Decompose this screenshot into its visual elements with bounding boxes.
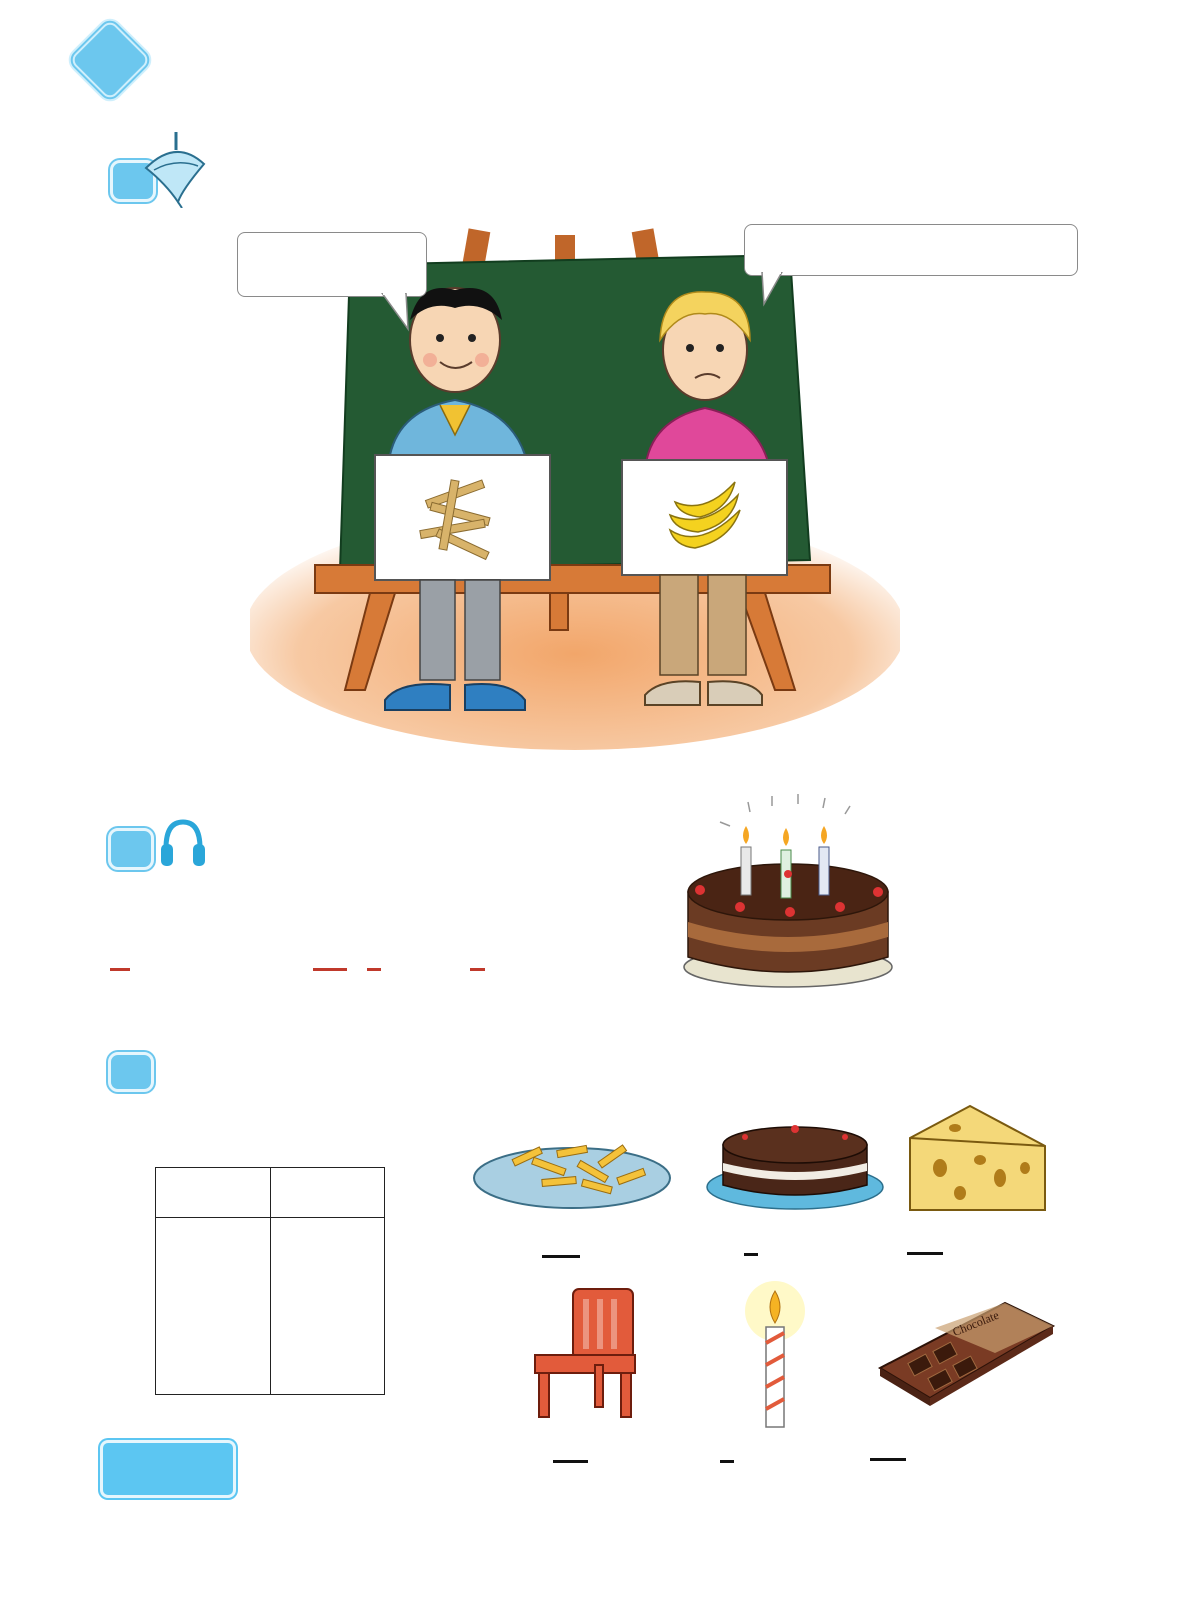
chocolate-cake <box>706 1125 884 1210</box>
underline-6 <box>870 1458 906 1461</box>
exercise-3-badge <box>108 1052 154 1092</box>
red-chair <box>534 1288 636 1418</box>
table-cell-2[interactable] <box>269 1217 385 1395</box>
sorting-table <box>155 1167 385 1395</box>
table-header-2 <box>269 1167 385 1218</box>
speech-bubble-right <box>744 224 1078 276</box>
underline-3 <box>907 1252 943 1255</box>
speech-bubble-right-tail <box>761 272 783 307</box>
table-header-1 <box>155 1167 271 1218</box>
cheese-wedge <box>909 1104 1046 1211</box>
blank-line-2 <box>313 968 347 971</box>
birthday-cake-with-candles <box>683 794 893 988</box>
table-cell-1[interactable] <box>155 1217 271 1395</box>
headphones-icon <box>161 819 205 866</box>
footer-tab-badge <box>100 1440 236 1498</box>
spinning-top-icon <box>144 132 206 208</box>
blank-line-4 <box>470 968 485 971</box>
candle <box>745 1281 805 1428</box>
exercise-2-badge <box>108 828 154 870</box>
speech-bubble-left-tail <box>381 293 409 332</box>
blank-line-1 <box>110 968 130 971</box>
chocolate-bar: Chocolate <box>877 1301 1055 1406</box>
speech-bubble-left <box>237 232 427 297</box>
diamond-badge-icon <box>68 18 152 102</box>
underline-2 <box>744 1253 758 1256</box>
underline-1 <box>542 1255 580 1258</box>
plate-of-chips <box>473 1144 671 1209</box>
underline-5 <box>720 1460 734 1463</box>
underline-4 <box>553 1460 588 1463</box>
blank-line-3 <box>367 968 381 971</box>
